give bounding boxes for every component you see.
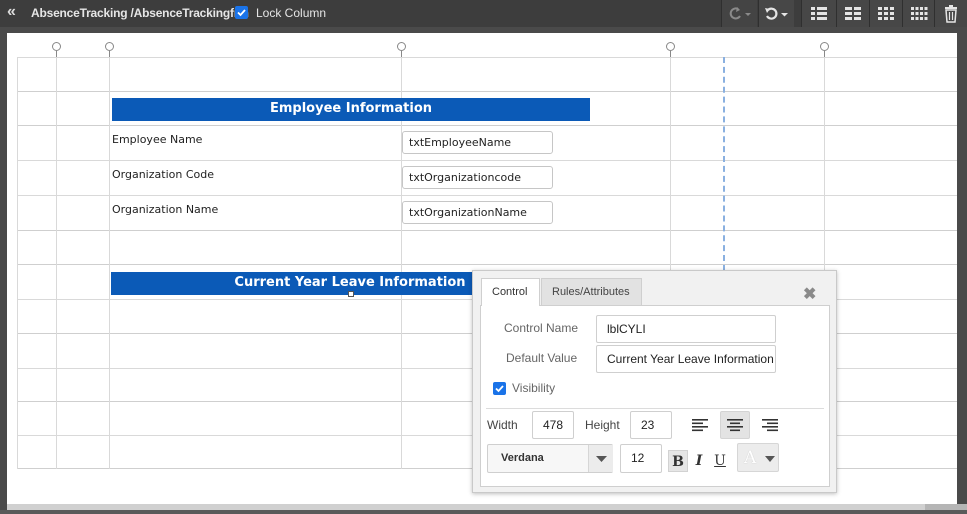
layout-grid-4-icon — [910, 6, 927, 20]
grid-row-line — [17, 91, 957, 92]
tab-control[interactable]: Control — [481, 278, 540, 306]
font-family-select[interactable]: Verdana — [487, 444, 613, 473]
layout-grid-1-button[interactable] — [801, 0, 836, 27]
layout-grid-3-icon — [878, 6, 894, 20]
underline-button[interactable]: U — [710, 450, 730, 472]
tab-rules-attributes[interactable]: Rules/Attributes — [541, 278, 642, 306]
app-window: « AbsenceTracking /AbsenceTrackingfrm Lo… — [0, 0, 967, 514]
default-value-input[interactable]: Current Year Leave Information — [596, 345, 776, 373]
column-resize-handle[interactable] — [52, 42, 61, 58]
delete-button[interactable] — [934, 0, 967, 27]
grid-row-line — [17, 125, 957, 126]
font-family-value: Verdana — [501, 452, 544, 464]
chevron-down-icon[interactable] — [588, 445, 613, 472]
section-header-employee-information[interactable]: Employee Information — [112, 98, 590, 121]
align-center-button[interactable] — [720, 411, 750, 439]
align-left-icon — [692, 419, 708, 432]
column-resize-handle[interactable] — [105, 42, 114, 58]
grid-row-line — [17, 57, 957, 58]
chevron-down-icon — [765, 456, 775, 462]
visibility-label[interactable]: Visibility — [512, 381, 555, 395]
height-label: Height — [585, 418, 620, 432]
grid-row-line — [17, 195, 957, 196]
align-right-button[interactable] — [755, 411, 785, 439]
layout-grid-3-button[interactable] — [869, 0, 902, 27]
grid-col-line — [109, 57, 110, 469]
align-left-button[interactable] — [685, 411, 715, 439]
employee-name-label[interactable]: Employee Name — [112, 133, 202, 146]
control-name-input[interactable]: lblCYLI — [596, 315, 776, 343]
layout-grid-2-icon — [845, 6, 861, 20]
top-toolbar: « AbsenceTracking /AbsenceTrackingfrm Lo… — [0, 0, 967, 27]
control-name-label: Control Name — [504, 321, 579, 335]
form-path-title: AbsenceTracking /AbsenceTrackingfrm — [31, 6, 249, 20]
lock-column-checkbox[interactable] — [235, 6, 248, 19]
visibility-checkbox[interactable] — [493, 382, 506, 395]
organization-name-input[interactable]: txtOrganizationName — [402, 201, 553, 224]
grid-col-line — [56, 57, 57, 469]
resize-handle[interactable] — [348, 291, 354, 297]
grid-col-line — [17, 57, 18, 469]
grid-row-line — [17, 160, 957, 161]
align-center-icon — [727, 419, 743, 432]
column-resize-handle[interactable] — [820, 42, 829, 58]
control-properties-popup: Control Rules/Attributes ✖ Control Name … — [472, 270, 837, 493]
width-input[interactable]: 478 — [532, 411, 574, 439]
italic-button[interactable]: I — [689, 450, 709, 472]
align-right-icon — [762, 419, 778, 432]
organization-code-input[interactable]: txtOrganizationcode — [402, 166, 553, 189]
column-resize-handle[interactable] — [666, 42, 675, 58]
layout-grid-2-button[interactable] — [836, 0, 869, 27]
column-resize-handle[interactable] — [397, 42, 406, 58]
font-size-input[interactable]: 12 — [620, 444, 662, 473]
bold-button[interactable]: B — [668, 450, 688, 472]
divider — [486, 408, 824, 409]
double-chevron-left-icon[interactable]: « — [7, 3, 16, 21]
redo-button[interactable] — [721, 0, 757, 27]
lock-column-label[interactable]: Lock Column — [256, 6, 326, 20]
layout-grid-1-icon — [811, 6, 827, 20]
grid-row-line — [17, 230, 957, 231]
undo-icon — [764, 7, 788, 20]
grid-row-line — [17, 264, 957, 265]
layout-grid-4-button[interactable] — [902, 0, 934, 27]
organization-name-label[interactable]: Organization Name — [112, 203, 218, 216]
font-color-label: A — [744, 448, 757, 468]
control-tab-panel: Control Name lblCYLI Default Value Curre… — [480, 305, 830, 487]
close-icon[interactable]: ✖ — [803, 284, 816, 304]
font-color-button[interactable]: A — [737, 443, 779, 472]
redo-icon — [729, 6, 751, 19]
organization-code-label[interactable]: Organization Code — [112, 168, 214, 181]
trash-icon — [945, 4, 957, 23]
width-label: Width — [487, 418, 518, 432]
undo-button[interactable] — [758, 0, 794, 27]
height-input[interactable]: 23 — [630, 411, 672, 439]
status-strip — [0, 510, 967, 514]
employee-name-input[interactable]: txtEmployeeName — [402, 131, 553, 154]
default-value-label: Default Value — [506, 351, 578, 365]
